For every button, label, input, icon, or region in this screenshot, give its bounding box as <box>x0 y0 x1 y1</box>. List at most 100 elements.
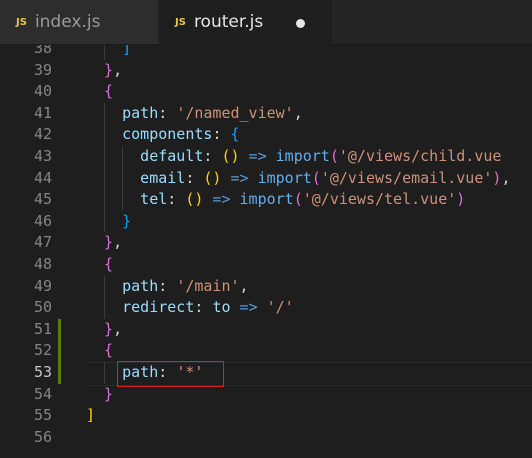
code-line[interactable]: 51 }, <box>0 319 532 341</box>
code-line[interactable]: 39 }, <box>0 60 532 82</box>
line-number: 46 <box>33 211 52 230</box>
tab-router-js[interactable]: JS router.js <box>159 0 332 44</box>
code-token: => <box>239 147 276 165</box>
code-text: }, <box>86 60 122 82</box>
code-token: default <box>86 147 204 165</box>
code-token: ( <box>293 190 303 209</box>
code-token: '@/views/email.vue' <box>320 168 493 187</box>
line-number: 53 <box>33 363 52 381</box>
code-text: } <box>86 211 131 233</box>
line-number: 40 <box>33 82 52 101</box>
code-line[interactable]: 42 components: { <box>0 124 532 146</box>
code-token: components <box>86 125 213 144</box>
line-number: 56 <box>33 427 52 446</box>
code-token: redirect <box>86 298 195 317</box>
code-text: default: () => import('@/views/child.vue <box>86 146 501 168</box>
code-token: () <box>203 168 222 187</box>
line-number: 38 <box>33 45 52 57</box>
code-line[interactable]: 44 email: () => import('@/views/email.vu… <box>0 167 532 190</box>
code-text: { <box>86 340 113 362</box>
code-token: : <box>185 168 204 187</box>
line-number: 51 <box>33 319 52 338</box>
line-number: 42 <box>33 125 52 144</box>
code-text: tel: () => import('@/views/tel.vue') <box>86 189 465 211</box>
line-number: 45 <box>33 190 52 209</box>
code-token: ) <box>456 190 466 209</box>
javascript-file-icon: JS <box>16 16 27 28</box>
code-token: => <box>230 298 267 317</box>
code-text: }, <box>86 232 122 254</box>
code-token: => <box>221 168 258 187</box>
code-token: import <box>275 147 330 165</box>
unsaved-changes-dot-icon[interactable] <box>296 19 305 28</box>
code-line[interactable]: 47 }, <box>0 232 532 254</box>
line-number: 39 <box>33 60 52 79</box>
code-token: : <box>167 190 186 209</box>
code-token: path <box>86 276 159 295</box>
code-token: '/' <box>266 298 294 317</box>
line-number: 49 <box>33 276 52 295</box>
code-editor[interactable]: 38 ] 39 }, 40 {41 path: '/named_view', 42 c… <box>0 45 532 458</box>
code-token: , <box>239 276 249 295</box>
line-number: 50 <box>33 298 52 317</box>
code-token: ( <box>329 147 339 165</box>
code-token: () <box>221 147 240 165</box>
code-line[interactable]: 41 path: '/named_view', <box>0 102 532 125</box>
code-line[interactable]: 53 path: '*' <box>0 362 532 386</box>
code-line[interactable]: 46 } <box>0 210 532 233</box>
code-text: redirect: to => '/' <box>86 297 294 319</box>
tab-label: router.js <box>193 12 264 32</box>
code-token: () <box>185 190 204 209</box>
code-line[interactable]: 45 tel: () => import('@/views/tel.vue') <box>0 189 532 211</box>
code-text: ] <box>86 405 95 427</box>
code-token: ( <box>311 168 321 187</box>
code-line[interactable]: 54 } <box>0 384 532 406</box>
code-token: => <box>203 190 240 209</box>
code-token: } <box>86 384 114 403</box>
code-text: { <box>86 254 113 276</box>
code-text: ] <box>86 45 131 60</box>
line-number: 44 <box>33 168 52 187</box>
code-token: path <box>86 103 159 122</box>
code-token: , <box>113 233 123 252</box>
code-token: { <box>230 125 240 144</box>
code-token: } <box>86 233 114 252</box>
line-number: 43 <box>33 147 52 165</box>
line-number: 48 <box>33 255 52 273</box>
code-line[interactable]: 48 { <box>0 254 532 276</box>
code-line[interactable]: 43 default: () => import('@/views/child.… <box>0 146 532 168</box>
code-line[interactable]: 50 redirect: to => '/' <box>0 297 532 319</box>
code-token: import <box>257 168 312 187</box>
code-token: ] <box>86 406 96 425</box>
code-token: : <box>194 298 213 317</box>
code-line[interactable]: 52 { <box>0 340 532 362</box>
code-token: , <box>113 319 123 338</box>
editor-tab-bar: JS index.js JS router.js <box>0 0 532 45</box>
code-token: { <box>86 82 114 101</box>
code-text: { <box>86 81 113 103</box>
code-line[interactable]: 38 ] <box>0 45 532 60</box>
code-line[interactable]: 49 path: '/main', <box>0 275 532 298</box>
code-token: } <box>86 60 114 79</box>
code-token: '/main' <box>176 276 240 295</box>
code-text: components: { <box>86 124 240 146</box>
code-line[interactable]: 40 { <box>0 81 532 103</box>
code-token: '@/views/child.vue <box>338 147 502 165</box>
annotation-highlight-box <box>117 361 225 387</box>
line-number: 54 <box>33 384 52 403</box>
tab-index-js[interactable]: JS index.js <box>0 0 158 44</box>
code-text: }, <box>86 319 122 341</box>
code-line[interactable]: 55] <box>0 405 532 427</box>
line-number: 47 <box>33 233 52 252</box>
code-token: : <box>212 125 231 144</box>
code-line[interactable]: 56 <box>0 427 532 449</box>
code-token: { <box>86 341 114 360</box>
line-number: 55 <box>33 406 52 425</box>
code-token: import <box>239 190 294 209</box>
tab-label: index.js <box>34 12 101 32</box>
modified-lines-gutter-marker <box>58 318 61 384</box>
line-number: 41 <box>33 103 52 122</box>
code-token: : <box>158 276 177 295</box>
code-text: path: '/main', <box>86 276 249 298</box>
code-text: email: () => import('@/views/email.vue')… <box>86 168 510 190</box>
